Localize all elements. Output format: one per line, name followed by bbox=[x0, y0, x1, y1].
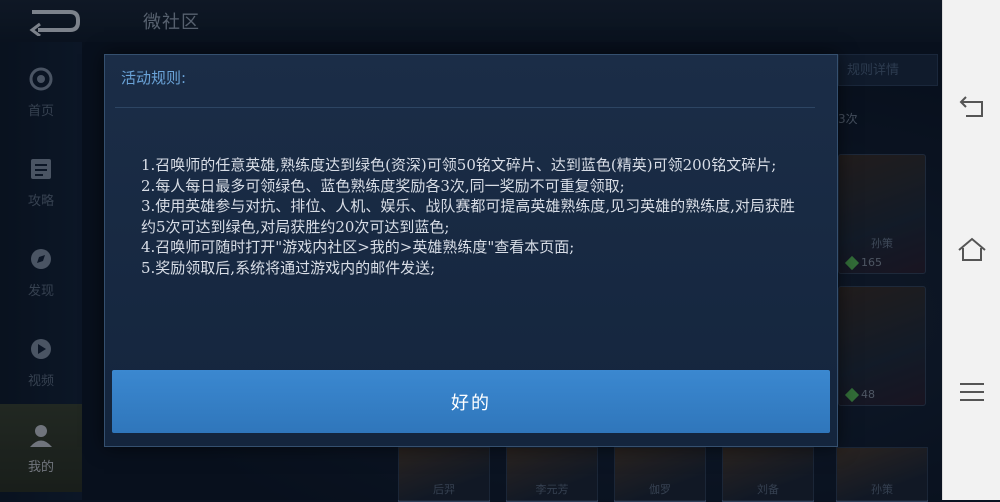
app-window: 微社区 首页 攻略 发现 视频 我的 规则详情 3次 孙策 165 48 后羿 … bbox=[0, 0, 942, 502]
ok-button[interactable]: 好的 bbox=[112, 370, 830, 433]
back-icon bbox=[959, 96, 983, 117]
system-navigation-bar bbox=[942, 0, 1000, 500]
divider bbox=[115, 107, 815, 108]
rules-dialog: 活动规则: 1.召唤师的任意英雄,熟练度达到绿色(资深)可领50铭文碎片、达到蓝… bbox=[104, 54, 838, 447]
rules-text: 1.召唤师的任意英雄,熟练度达到绿色(资深)可领50铭文碎片、达到蓝色(精英)可… bbox=[141, 155, 801, 279]
dialog-title: 活动规则: bbox=[121, 69, 187, 87]
rule-item: 4.召唤师可随时打开"游戏内社区>我的>英雄熟练度"查看本页面; bbox=[141, 238, 575, 257]
rule-item: 1.召唤师的任意英雄,熟练度达到绿色(资深)可领50铭文碎片、达到蓝色(精英)可… bbox=[141, 156, 777, 174]
menu-icon bbox=[960, 383, 984, 401]
nav-menu-button[interactable] bbox=[954, 374, 990, 410]
rule-item: 3.使用英雄参与对抗、排位、人机、娱乐、战队赛都可提高英雄熟练度,见习英雄的熟练… bbox=[141, 197, 795, 236]
rule-item: 2.每人每日最多可领绿色、蓝色熟练度奖励各3次,同一奖励不可重复领取; bbox=[141, 176, 625, 195]
nav-home-button[interactable] bbox=[954, 232, 990, 268]
home-outline-icon bbox=[958, 237, 986, 261]
rule-item: 5.奖励领取后,系统将通过游戏内的邮件发送; bbox=[141, 258, 436, 277]
nav-back-button[interactable] bbox=[954, 90, 990, 126]
